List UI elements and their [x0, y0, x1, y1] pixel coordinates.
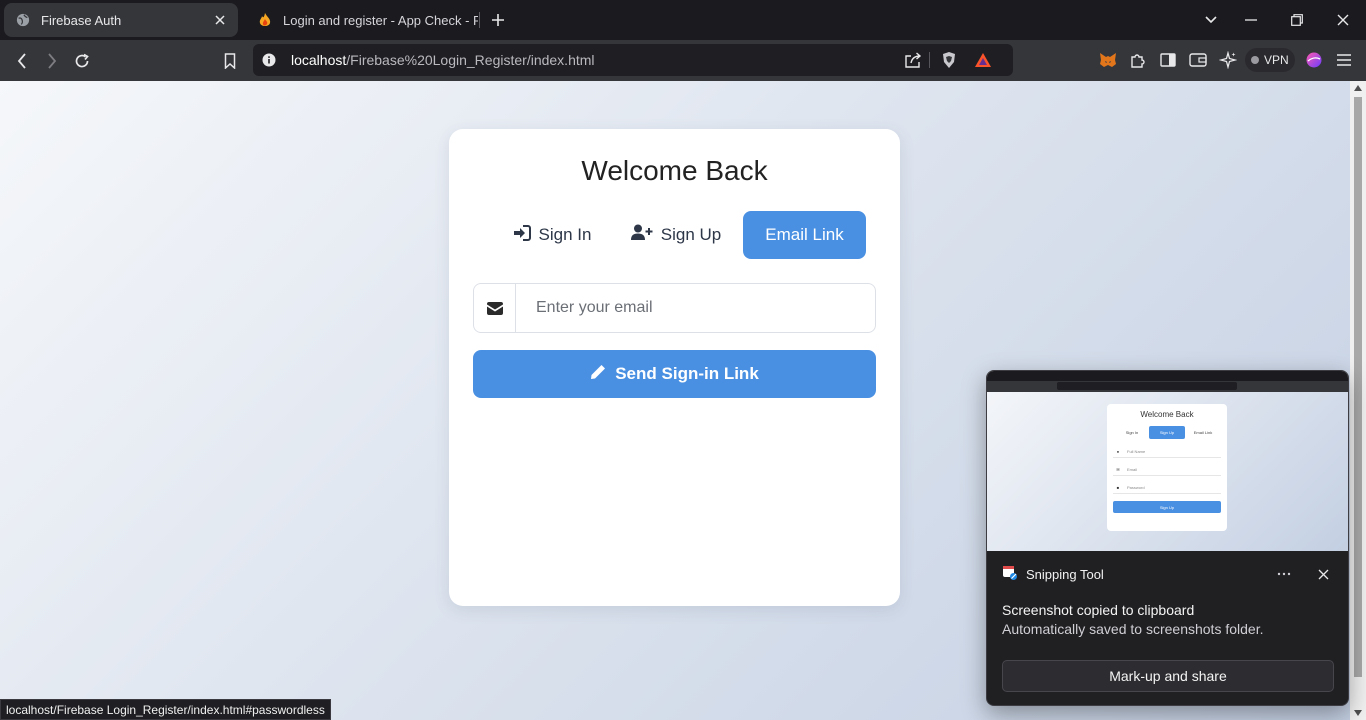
- browser-toolbar: localhost/Firebase%20Login_Register/inde…: [0, 40, 1366, 81]
- bookmark-icon[interactable]: [216, 47, 244, 75]
- preview-tab-sign-up: Sign Up: [1149, 426, 1185, 439]
- preview-card: Welcome Back Sign In Sign Up Email Link …: [1107, 404, 1227, 531]
- vpn-status-icon: [1251, 56, 1259, 64]
- pencil-icon: [590, 364, 606, 385]
- toast-header: Snipping Tool: [1002, 564, 1104, 584]
- menu-icon[interactable]: [1332, 48, 1356, 72]
- site-info-icon[interactable]: [254, 53, 284, 67]
- tab-sign-in-label: Sign In: [538, 225, 592, 244]
- forward-icon[interactable]: [38, 47, 66, 75]
- preview-tab-strip: [987, 371, 1348, 381]
- user-icon: ●: [1116, 449, 1120, 454]
- omnibox-divider: [929, 52, 930, 68]
- send-button-label: Send Sign-in Link: [615, 364, 759, 383]
- scroll-down-icon[interactable]: [1354, 710, 1362, 716]
- tab-email-link-label: Email Link: [765, 225, 844, 244]
- profile-avatar[interactable]: [1302, 48, 1326, 72]
- metamask-icon[interactable]: [1096, 48, 1120, 72]
- firebase-flame-icon: [257, 12, 273, 28]
- page-title: Welcome Back: [581, 155, 768, 186]
- auth-tabs: Sign In Sign Up Email Link: [481, 211, 868, 259]
- brave-rewards-icon[interactable]: [971, 48, 995, 72]
- close-tab-icon[interactable]: [208, 8, 232, 32]
- tab-title: Firebase Auth: [41, 12, 122, 28]
- url-text: localhost/Firebase%20Login_Register/inde…: [291, 52, 595, 68]
- preview-field: ● Full Name: [1113, 446, 1221, 458]
- wallet-icon[interactable]: [1186, 48, 1210, 72]
- globe-icon: [15, 12, 31, 28]
- sidebar-icon[interactable]: [1156, 48, 1180, 72]
- toast-title: Screenshot copied to clipboard: [1002, 602, 1195, 618]
- tab-sign-in[interactable]: Sign In: [497, 211, 607, 259]
- tab-firebase-auth[interactable]: Firebase Auth: [4, 3, 238, 37]
- preview-field: ✉ Email: [1113, 464, 1221, 476]
- vpn-button[interactable]: VPN: [1245, 48, 1295, 72]
- email-input[interactable]: [516, 284, 875, 332]
- page-scrollbar[interactable]: [1350, 81, 1366, 720]
- more-options-icon[interactable]: [1274, 564, 1294, 584]
- tab-sign-up-label: Sign Up: [660, 225, 722, 244]
- link-status-bar: localhost/Firebase Login_Register/index.…: [0, 699, 331, 720]
- toast-subtitle: Automatically saved to screenshots folde…: [1002, 621, 1264, 637]
- new-tab-button[interactable]: [486, 8, 510, 32]
- vpn-label: VPN: [1264, 53, 1289, 67]
- scrollbar-thumb[interactable]: [1354, 97, 1362, 677]
- envelope-icon: [474, 284, 516, 332]
- close-window-icon[interactable]: [1328, 6, 1358, 34]
- scroll-up-icon[interactable]: [1354, 85, 1362, 91]
- preview-tab-sign-in: Sign In: [1125, 430, 1139, 435]
- toast-app-name: Snipping Tool: [1026, 566, 1104, 582]
- extensions-icon[interactable]: [1126, 48, 1150, 72]
- brave-shields-icon[interactable]: [937, 48, 961, 72]
- email-input-group: [473, 283, 876, 333]
- tab-strip: Firebase Auth Login and register - App C…: [0, 0, 1366, 40]
- reload-icon[interactable]: [68, 47, 96, 75]
- snipping-tool-icon: [1002, 565, 1018, 584]
- tab-login-register[interactable]: Login and register - App Check - Fir: [246, 3, 478, 37]
- mark-up-and-share-button[interactable]: Mark-up and share: [1002, 660, 1334, 692]
- share-icon[interactable]: [901, 48, 925, 72]
- close-notification-icon[interactable]: [1313, 564, 1333, 584]
- sign-in-icon: [513, 224, 531, 246]
- preview-heading: Welcome Back: [1140, 410, 1194, 419]
- screenshot-preview[interactable]: Welcome Back Sign In Sign Up Email Link …: [987, 371, 1348, 551]
- preview-tab-email-link: Email Link: [1193, 430, 1213, 435]
- preview-field: ■ Password: [1113, 482, 1221, 494]
- envelope-icon: ✉: [1116, 467, 1120, 472]
- tab-title: Login and register - App Check - Fir: [283, 12, 478, 28]
- back-icon[interactable]: [8, 47, 36, 75]
- snipping-tool-notification: Welcome Back Sign In Sign Up Email Link …: [986, 370, 1349, 706]
- lock-icon: ■: [1116, 485, 1120, 490]
- tab-search-chevron-icon[interactable]: [1196, 6, 1226, 34]
- minimize-icon[interactable]: [1236, 6, 1266, 34]
- send-sign-in-link-button[interactable]: Send Sign-in Link: [473, 350, 876, 398]
- preview-sign-up-button: Sign Up: [1113, 501, 1221, 513]
- tab-separator: [479, 12, 480, 28]
- user-plus-icon: [630, 224, 653, 246]
- tab-email-link[interactable]: Email Link: [743, 211, 866, 259]
- leo-ai-icon[interactable]: [1216, 48, 1240, 72]
- restore-icon[interactable]: [1282, 6, 1312, 34]
- tab-sign-up[interactable]: Sign Up: [621, 211, 731, 259]
- auth-card: Welcome Back Sign In Sign Up Email Link: [449, 129, 900, 606]
- preview-address-bar: [1057, 382, 1237, 390]
- address-bar[interactable]: localhost/Firebase%20Login_Register/inde…: [253, 44, 1013, 76]
